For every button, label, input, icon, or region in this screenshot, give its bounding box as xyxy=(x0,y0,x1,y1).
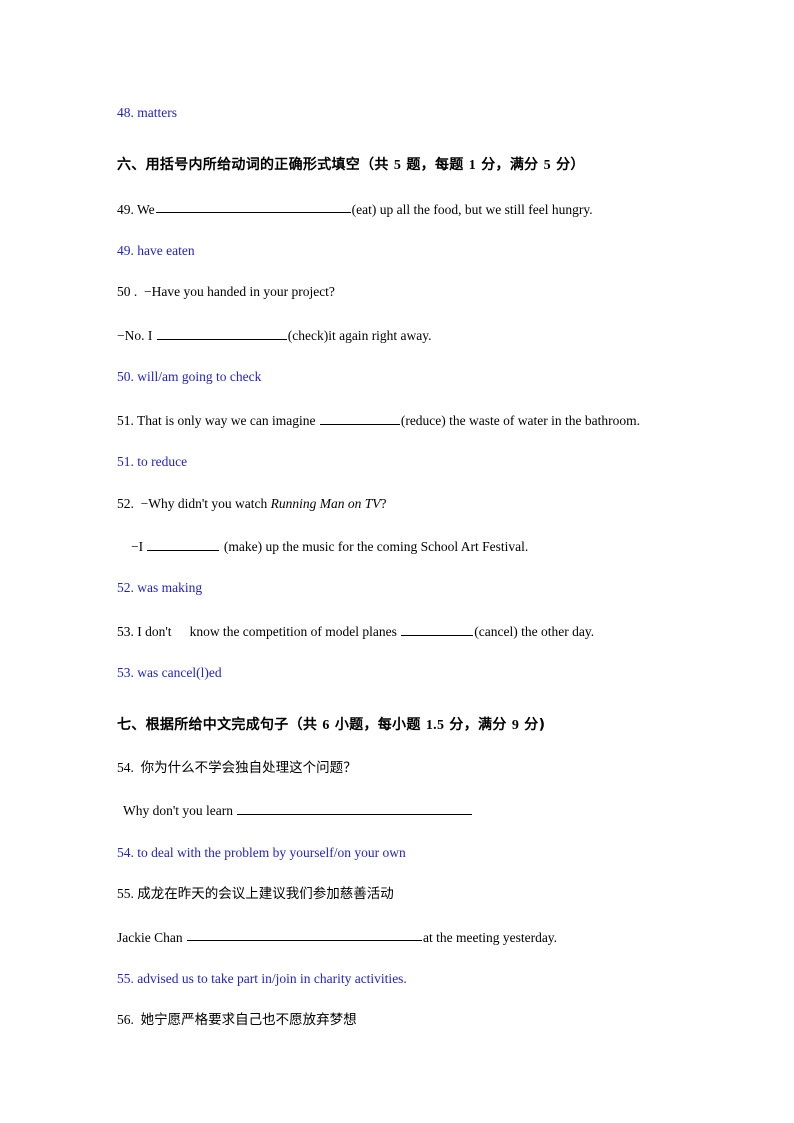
answer-50: 50. will/am going to check xyxy=(117,369,262,385)
answer-49: 49. have eaten xyxy=(117,242,195,258)
question-55-english: Jackie Chan at the meeting yesterday. xyxy=(117,928,687,945)
question-51-suffix: (reduce) the waste of water in the bathr… xyxy=(400,412,640,428)
question-53-prefix: 53. I don't xyxy=(117,623,172,639)
section-seven-points-per: 1.5 xyxy=(425,717,445,733)
section-six-points-total: 5 xyxy=(543,157,551,173)
question-53-prefix-2: know the competition of model planes xyxy=(189,623,401,639)
question-54-chinese: 54. 你为什么不学会独自处理这个问题？ xyxy=(117,759,357,775)
section-seven-heading-tail: 分) xyxy=(519,716,546,733)
question-54-prefix: Why don't you learn xyxy=(123,803,237,819)
answer-55: 55. advised us to take part in/join in c… xyxy=(117,970,407,986)
question-50-suffix: (check)it again right away. xyxy=(287,327,432,343)
question-53-blank[interactable] xyxy=(401,622,474,636)
question-50-line-1: 50 . −Have you handed in your project? xyxy=(117,284,335,300)
question-52-line-2-suffix: (make) up the music for the coming Schoo… xyxy=(220,538,529,554)
section-six-heading-mid1: 题，每题 xyxy=(401,156,469,173)
document-content: 48. matters 六、用括号内所给动词的正确形式填空（共 5 题，每题 1… xyxy=(117,105,687,1054)
question-51-prefix: 51. That is only way we can imagine xyxy=(117,412,319,428)
section-seven-question-count: 6 xyxy=(322,717,330,733)
answer-54: 54. to deal with the problem by yourself… xyxy=(117,844,406,860)
question-50-prefix: −No. I xyxy=(117,327,156,343)
section-six-heading-label: 六、用括号内所给动词的正确形式填空（共 xyxy=(117,156,394,173)
question-49: 49. We (eat) up all the food, but we stil… xyxy=(117,200,687,217)
question-51-blank[interactable] xyxy=(319,411,400,425)
section-seven-heading-label: 七、根据所给中文完成句子（共 xyxy=(117,716,323,733)
question-52-line-2: −I (make) up the music for the coming Sc… xyxy=(117,537,687,554)
question-55-suffix: at the meeting yesterday. xyxy=(422,929,558,945)
answer-48: 48. matters xyxy=(117,105,177,120)
question-52-title: Running Man on TV xyxy=(270,495,381,511)
question-54-english: Why don't you learn xyxy=(117,801,687,818)
question-53-suffix: (cancel) the other day. xyxy=(474,623,595,639)
answer-53: 53. was cancel(l)ed xyxy=(117,665,222,681)
answer-52: 52. was making xyxy=(117,580,203,596)
question-49-blank[interactable] xyxy=(155,200,351,214)
question-53: 53. I don't know the competition of model… xyxy=(117,622,687,639)
question-55-prefix: Jackie Chan xyxy=(117,929,186,945)
document-page: 48. matters 六、用括号内所给动词的正确形式填空（共 5 题，每题 1… xyxy=(0,0,794,1123)
question-52-line-2-prefix: −I xyxy=(131,538,147,554)
section-seven-heading-mid2: 分，满分 xyxy=(444,716,512,733)
question-50-line-2: −No. I (check)it again right away. xyxy=(117,326,687,343)
question-55-blank[interactable] xyxy=(186,928,422,942)
question-49-suffix: (eat) up all the food, but we still feel… xyxy=(351,201,593,217)
section-seven-heading: 七、根据所给中文完成句子（共 6 小题，每小题 1.5 分，满分 9 分) xyxy=(117,714,687,734)
question-52-blank[interactable] xyxy=(147,537,220,551)
section-seven-heading-mid1: 小题，每小题 xyxy=(329,716,426,733)
question-55-chinese: 55. 成龙在昨天的会议上建议我们参加慈善活动 xyxy=(117,886,394,902)
answer-51: 51. to reduce xyxy=(117,454,188,470)
question-54-blank[interactable] xyxy=(237,801,473,816)
question-56-chinese: 56. 她宁愿严格要求自己也不愿放弃梦想 xyxy=(117,1012,357,1028)
question-52-suffix: ? xyxy=(380,495,387,511)
question-50-blank[interactable] xyxy=(156,326,287,340)
section-six-heading-mid2: 分，满分 xyxy=(476,156,544,173)
question-52-line-1: 52. −Why didn't you watch Running Man on… xyxy=(117,496,687,512)
section-six-heading: 六、用括号内所给动词的正确形式填空（共 5 题，每题 1 分，满分 5 分） xyxy=(117,154,687,174)
section-six-heading-tail: 分） xyxy=(550,156,585,173)
question-51: 51. That is only way we can imagine (red… xyxy=(117,411,687,428)
question-49-prefix: 49. We xyxy=(117,201,155,217)
section-six-points-per: 1 xyxy=(468,157,477,173)
question-52-prefix: 52. −Why didn't you watch xyxy=(117,495,271,511)
